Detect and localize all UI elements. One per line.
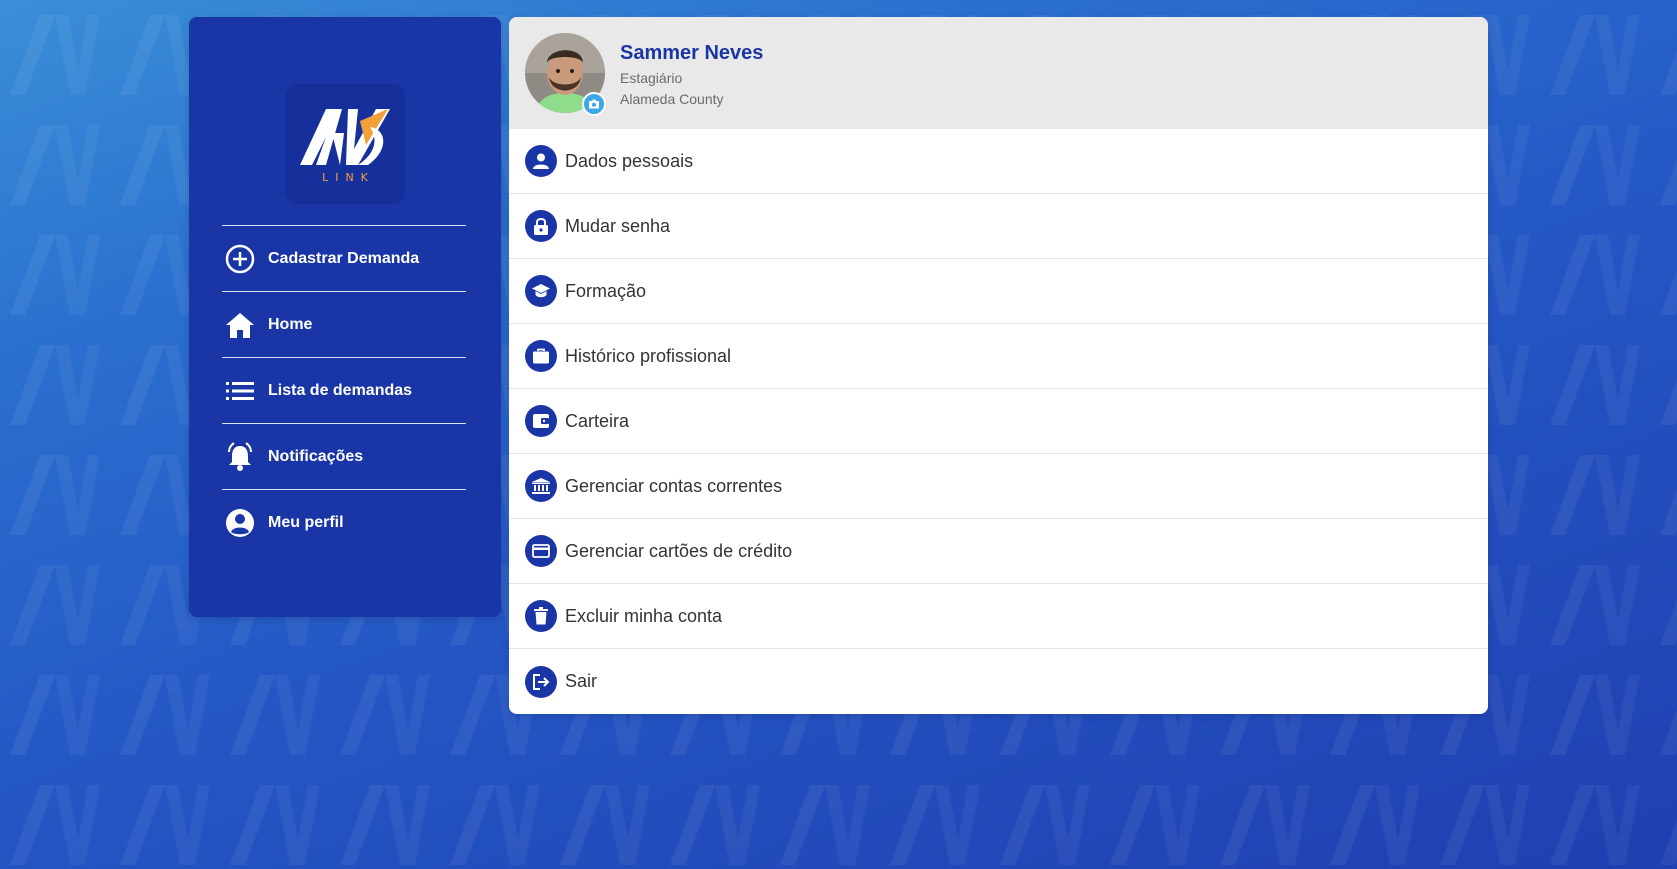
profile-name: Sammer Neves <box>620 42 764 64</box>
menu-item-label: Mudar senha <box>565 215 671 236</box>
graduation-cap-icon <box>525 275 557 307</box>
bell-icon <box>224 441 256 473</box>
user-circle-icon <box>224 507 256 539</box>
sidebar-item-home[interactable]: Home <box>222 291 466 357</box>
logo-mark-icon <box>300 108 390 165</box>
menu-item-sair[interactable]: Sair <box>509 649 1488 714</box>
profile-panel: Sammer Neves Estagiário Alameda County D… <box>509 17 1488 714</box>
sidebar-nav: Cadastrar Demanda Home Lista de demandas… <box>222 225 466 555</box>
briefcase-icon <box>525 340 557 372</box>
credit-card-icon <box>525 535 557 567</box>
change-photo-button[interactable] <box>582 92 606 116</box>
menu-item-label: Gerenciar cartões de crédito <box>565 540 793 561</box>
menu-item-label: Sair <box>565 671 598 691</box>
menu-item-label: Gerenciar contas correntes <box>565 475 783 496</box>
menu-item-label: Carteira <box>565 410 630 431</box>
sidebar-item-label: Cadastrar Demanda <box>268 249 420 267</box>
sidebar-item-label: Meu perfil <box>268 513 344 531</box>
menu-item-gerenciar-contas-correntes[interactable]: Gerenciar contas correntes <box>509 454 1488 519</box>
menu-item-excluir-minha-conta[interactable]: Excluir minha conta <box>509 584 1488 649</box>
sidebar-item-label: Lista de demandas <box>268 381 413 399</box>
menu-item-dados-pessoais[interactable]: Dados pessoais <box>509 129 1488 194</box>
menu-item-label: Histórico profissional <box>565 345 732 366</box>
sidebar-item-label: Notificações <box>268 447 364 465</box>
sidebar-item-label: Home <box>268 315 313 333</box>
wallet-icon <box>525 405 557 437</box>
trash-icon <box>525 600 557 632</box>
menu-item-label: Dados pessoais <box>565 150 694 171</box>
menu-item-label: Excluir minha conta <box>565 605 723 626</box>
profile-location: Alameda County <box>620 91 724 107</box>
menu-item-gerenciar-cartoes-de-credito[interactable]: Gerenciar cartões de crédito <box>509 519 1488 584</box>
profile-menu: Dados pessoais Mudar senha Formação Hist… <box>509 129 1488 714</box>
bank-icon <box>525 470 557 502</box>
list-icon <box>224 375 256 407</box>
sidebar-item-lista-de-demandas[interactable]: Lista de demandas <box>222 357 466 423</box>
camera-icon <box>589 99 599 109</box>
profile-role: Estagiário <box>620 70 683 86</box>
logout-icon <box>525 665 557 698</box>
app-logo[interactable]: LINK <box>285 84 405 204</box>
sidebar-item-notificacoes[interactable]: Notificações <box>222 423 466 489</box>
sidebar-item-cadastrar-demanda[interactable]: Cadastrar Demanda <box>222 225 466 291</box>
sidebar-item-meu-perfil[interactable]: Meu perfil <box>222 489 466 555</box>
menu-item-carteira[interactable]: Carteira <box>509 389 1488 454</box>
home-icon <box>224 309 256 341</box>
sidebar: LINK Cadastrar Demanda Home Lista de dem… <box>189 17 501 617</box>
menu-item-label: Formação <box>565 280 647 301</box>
logo-subtitle: LINK <box>322 170 375 184</box>
menu-item-historico-profissional[interactable]: Histórico profissional <box>509 324 1488 389</box>
menu-item-formacao[interactable]: Formação <box>509 259 1488 324</box>
plus-circle-icon <box>224 243 256 275</box>
profile-header: Sammer Neves Estagiário Alameda County <box>509 17 1488 129</box>
menu-item-mudar-senha[interactable]: Mudar senha <box>509 194 1488 259</box>
person-icon <box>525 145 557 177</box>
lock-icon <box>525 210 557 242</box>
